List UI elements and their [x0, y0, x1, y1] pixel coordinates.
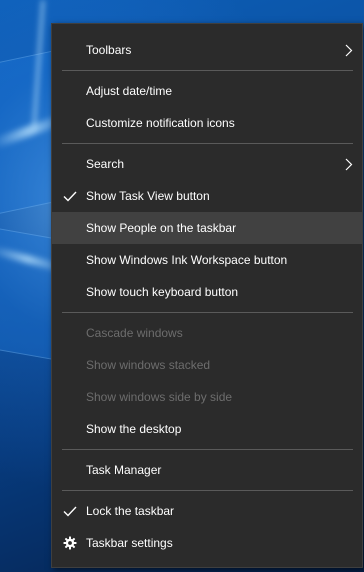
menu-item-customize-notification-icons[interactable]: Customize notification icons — [52, 107, 362, 139]
menu-item-task-manager[interactable]: Task Manager — [52, 454, 362, 486]
menu-item-label: Show windows stacked — [86, 358, 211, 372]
menu-item-lock-the-taskbar[interactable]: Lock the taskbar — [52, 495, 362, 527]
checkmark-icon — [61, 180, 79, 212]
menu-separator — [62, 70, 353, 71]
menu-item-label: Show touch keyboard button — [86, 285, 239, 299]
menu-item-show-people-on-taskbar[interactable]: Show People on the taskbar — [52, 212, 362, 244]
menu-item-label: Show People on the taskbar — [86, 221, 237, 235]
menu-item-search[interactable]: Search — [52, 148, 362, 180]
menu-item-show-touch-keyboard-button[interactable]: Show touch keyboard button — [52, 276, 362, 308]
menu-item-label: Show the desktop — [86, 422, 182, 436]
menu-item-label: Cascade windows — [86, 326, 183, 340]
menu-item-show-the-desktop[interactable]: Show the desktop — [52, 413, 362, 445]
menu-item-show-windows-stacked: Show windows stacked — [52, 349, 362, 381]
menu-item-show-task-view-button[interactable]: Show Task View button — [52, 180, 362, 212]
checkmark-icon — [61, 495, 79, 527]
menu-item-cascade-windows: Cascade windows — [52, 317, 362, 349]
taskbar-context-menu: Toolbars Adjust date/time Customize noti… — [51, 23, 363, 568]
menu-item-label: Lock the taskbar — [86, 504, 175, 518]
menu-item-label: Task Manager — [86, 463, 162, 477]
gear-icon — [61, 527, 79, 559]
menu-item-label: Search — [86, 157, 125, 171]
menu-item-taskbar-settings[interactable]: Taskbar settings — [52, 527, 362, 559]
chevron-right-icon — [342, 148, 356, 180]
menu-item-toolbars[interactable]: Toolbars — [52, 34, 362, 66]
menu-item-label: Taskbar settings — [86, 536, 173, 550]
menu-separator — [62, 143, 353, 144]
menu-item-label: Customize notification icons — [86, 116, 235, 130]
menu-item-label: Adjust date/time — [86, 84, 173, 98]
menu-item-show-windows-side-by-side: Show windows side by side — [52, 381, 362, 413]
menu-separator — [62, 312, 353, 313]
menu-item-label: Show windows side by side — [86, 390, 233, 404]
menu-item-label: Show Windows Ink Workspace button — [86, 253, 288, 267]
menu-item-show-windows-ink-workspace-button[interactable]: Show Windows Ink Workspace button — [52, 244, 362, 276]
menu-item-adjust-date-time[interactable]: Adjust date/time — [52, 75, 362, 107]
menu-separator — [62, 449, 353, 450]
menu-item-label: Toolbars — [86, 43, 132, 57]
wallpaper-window-pane — [0, 221, 57, 361]
chevron-right-icon — [342, 34, 356, 66]
menu-separator — [62, 490, 353, 491]
menu-item-label: Show Task View button — [86, 189, 210, 203]
